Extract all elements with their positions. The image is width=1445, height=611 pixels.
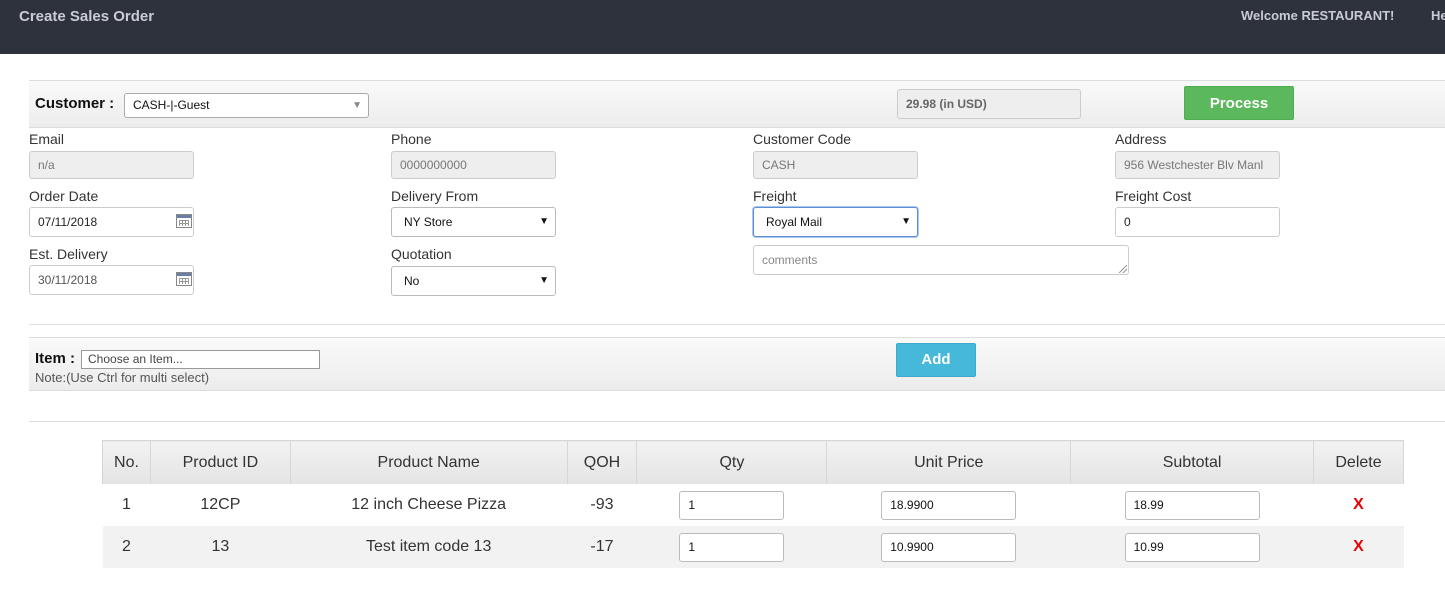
customer-bar: Customer : CASH-|-Guest ▼ 29.98 (in USD)…	[29, 80, 1445, 128]
quotation-label: Quotation	[391, 246, 452, 262]
col-header-product-name: Product Name	[289, 440, 568, 484]
col-header-unit-price: Unit Price	[826, 440, 1072, 484]
page-title: Create Sales Order	[19, 8, 155, 25]
quotation-select[interactable]: No ▼	[391, 266, 556, 296]
row-product-name: 12 inch Cheese Pizza	[290, 484, 567, 526]
est-delivery-label: Est. Delivery	[29, 246, 108, 262]
row-qty-cell: 1	[636, 484, 827, 526]
email-label: Email	[29, 131, 65, 147]
row-delete-cell: X	[1313, 526, 1404, 568]
top-navbar: Create Sales Order Welcome RESTAURANT! H…	[0, 0, 1445, 54]
row-subtotal-cell: 18.99	[1070, 484, 1314, 526]
freight-value: Royal Mail	[766, 215, 823, 229]
item-bar: Item : Choose an Item... Note:(Use Ctrl …	[29, 337, 1445, 391]
comments-placeholder: comments	[762, 253, 818, 267]
delivery-from-value: NY Store	[404, 215, 453, 229]
table-row: 2 13 Test item code 13 -17 1 10.9900 10.…	[102, 526, 1404, 568]
row-no: 2	[102, 526, 151, 568]
row-qoh: -93	[567, 484, 637, 526]
add-button[interactable]: Add	[896, 343, 976, 377]
help-link[interactable]: He	[1431, 8, 1445, 23]
row-product-name: Test item code 13	[290, 526, 567, 568]
row-delete-cell: X	[1313, 484, 1404, 526]
comments-textarea[interactable]: comments	[753, 245, 1129, 275]
est-delivery-value: 30/11/2018	[38, 273, 98, 287]
row-product-id: 12CP	[150, 484, 291, 526]
phone-label: Phone	[391, 131, 432, 147]
col-header-subtotal: Subtotal	[1070, 440, 1315, 484]
section-divider	[29, 324, 1445, 325]
resize-handle-icon[interactable]	[1119, 265, 1127, 273]
delete-row-icon[interactable]: X	[1353, 496, 1364, 513]
order-date-field[interactable]: 07/11/2018	[29, 207, 194, 237]
customer-code-label: Customer Code	[753, 131, 852, 147]
freight-cost-field[interactable]: 0	[1115, 207, 1280, 237]
chevron-down-icon: ▼	[901, 216, 911, 227]
chevron-down-icon: ▼	[539, 275, 549, 286]
quotation-value: No	[404, 274, 420, 288]
welcome-user-link[interactable]: Welcome RESTAURANT!	[1241, 8, 1394, 23]
order-total-field: 29.98 (in USD)	[897, 89, 1081, 119]
subtotal-input[interactable]: 18.99	[1124, 490, 1260, 520]
freight-label: Freight	[753, 188, 797, 204]
customer-code-field[interactable]: CASH	[753, 151, 918, 179]
delete-row-icon[interactable]: X	[1353, 538, 1364, 555]
col-header-no: No.	[102, 440, 151, 484]
col-header-qty: Qty	[636, 440, 828, 484]
address-label: Address	[1115, 131, 1167, 147]
delivery-from-label: Delivery From	[391, 188, 479, 204]
table-header-row: No. Product ID Product Name QOH Qty Unit…	[102, 440, 1404, 484]
customer-select-value: CASH-|-Guest	[133, 98, 210, 112]
item-label: Item :	[35, 350, 76, 367]
customer-select[interactable]: CASH-|-Guest ▼	[124, 93, 369, 118]
row-no: 1	[102, 484, 151, 526]
row-product-id: 13	[150, 526, 291, 568]
freight-cost-label: Freight Cost	[1115, 188, 1192, 204]
phone-field[interactable]: 0000000000	[391, 151, 556, 179]
qty-input[interactable]: 1	[679, 532, 785, 562]
email-field[interactable]: n/a	[29, 151, 194, 179]
item-search-input[interactable]: Choose an Item...	[81, 350, 320, 369]
order-date-label: Order Date	[29, 188, 99, 204]
chevron-down-icon: ▼	[352, 100, 362, 111]
row-subtotal-cell: 10.99	[1070, 526, 1314, 568]
calendar-icon[interactable]	[176, 214, 192, 228]
est-delivery-field[interactable]: 30/11/2018	[29, 265, 194, 295]
calendar-icon[interactable]	[176, 272, 192, 286]
customer-label: Customer :	[35, 95, 115, 112]
address-field[interactable]: 956 Westchester Blv Manl	[1115, 151, 1280, 179]
chevron-down-icon: ▼	[539, 216, 549, 227]
unit-price-input[interactable]: 10.9900	[881, 532, 1017, 562]
col-header-delete: Delete	[1313, 440, 1404, 484]
row-unit-price-cell: 10.9900	[826, 526, 1071, 568]
delivery-from-select[interactable]: NY Store ▼	[391, 207, 556, 237]
section-divider	[29, 421, 1445, 422]
item-note: Note:(Use Ctrl for multi select)	[35, 370, 210, 385]
row-unit-price-cell: 18.9900	[826, 484, 1071, 526]
order-items-table: No. Product ID Product Name QOH Qty Unit…	[102, 440, 1404, 568]
order-date-value: 07/11/2018	[38, 215, 98, 229]
process-button[interactable]: Process	[1184, 86, 1294, 120]
unit-price-input[interactable]: 18.9900	[881, 490, 1017, 520]
freight-select[interactable]: Royal Mail ▼	[753, 207, 918, 237]
col-header-qoh: QOH	[566, 440, 638, 484]
table-row: 1 12CP 12 inch Cheese Pizza -93 1 18.990…	[102, 484, 1404, 526]
row-qty-cell: 1	[636, 526, 827, 568]
col-header-product-id: Product ID	[149, 440, 291, 484]
qty-input[interactable]: 1	[679, 490, 785, 520]
row-qoh: -17	[567, 526, 637, 568]
subtotal-input[interactable]: 10.99	[1124, 532, 1260, 562]
